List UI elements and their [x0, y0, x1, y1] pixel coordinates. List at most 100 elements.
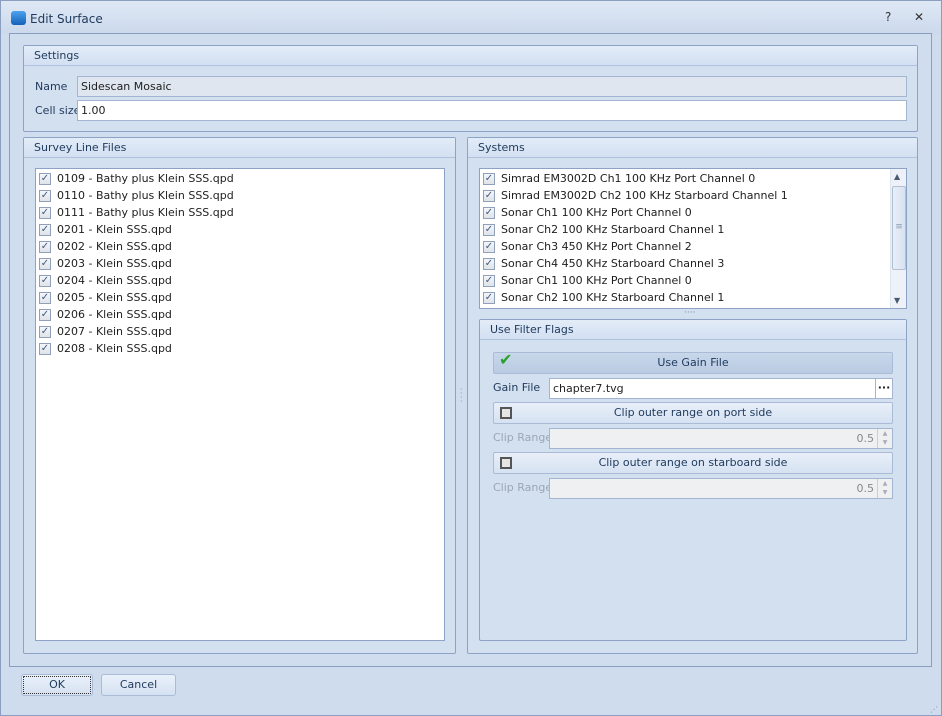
- survey-files-header: Survey Line Files: [24, 138, 455, 158]
- checkbox-checked-icon[interactable]: ✓: [39, 308, 51, 321]
- list-item[interactable]: ✓ Sonar Ch1 100 KHz Port Channel 0: [480, 204, 906, 221]
- clip-range-starboard-value: 0.5: [856, 482, 875, 495]
- item-label: 0111 - Bathy plus Klein SSS.qpd: [57, 206, 234, 219]
- list-item[interactable]: ✓ 0109 - Bathy plus Klein SSS.qpd: [36, 170, 444, 187]
- clip-port-toggle[interactable]: Clip outer range on port side: [493, 402, 893, 424]
- settings-group: Settings Name Sidescan Mosaic Cell size …: [23, 45, 918, 132]
- checkbox-checked-icon[interactable]: ✓: [39, 291, 51, 304]
- list-item[interactable]: ✓ Simrad EM3002D Ch1 100 KHz Port Channel…: [480, 170, 906, 187]
- list-item[interactable]: ✓ 0208 - Klein SSS.qpd: [36, 340, 444, 357]
- window-title: Edit Surface: [30, 12, 103, 26]
- browse-button[interactable]: ···: [875, 378, 893, 399]
- settings-header: Settings: [24, 46, 917, 66]
- help-icon[interactable]: ?: [885, 10, 891, 24]
- app-icon: [11, 11, 26, 25]
- checked-icon: ✔: [499, 350, 513, 369]
- checkbox-checked-icon[interactable]: ✓: [483, 291, 495, 304]
- list-item[interactable]: ✓ 0207 - Klein SSS.qpd: [36, 323, 444, 340]
- scroll-down-icon[interactable]: ▼: [894, 296, 900, 305]
- item-label: 0203 - Klein SSS.qpd: [57, 257, 172, 270]
- list-item[interactable]: ✓ Sonar Ch3 450 KHz Port Channel 2: [480, 238, 906, 255]
- list-item[interactable]: ✓ 0203 - Klein SSS.qpd: [36, 255, 444, 272]
- gain-file-label: Gain File: [493, 381, 541, 394]
- close-icon[interactable]: ✕: [914, 10, 924, 24]
- checkbox-checked-icon[interactable]: ✓: [483, 189, 495, 202]
- list-item[interactable]: ✓ Sonar Ch2 100 KHz Starboard Channel 1: [480, 221, 906, 238]
- item-label: 0208 - Klein SSS.qpd: [57, 342, 172, 355]
- item-label: 0110 - Bathy plus Klein SSS.qpd: [57, 189, 234, 202]
- checkbox-checked-icon[interactable]: ✓: [39, 206, 51, 219]
- checkbox-checked-icon[interactable]: ✓: [39, 172, 51, 185]
- cell-size-field[interactable]: 1.00: [77, 100, 907, 121]
- item-label: Sonar Ch4 450 KHz Starboard Channel 3: [501, 257, 725, 270]
- systems-list[interactable]: ✓ Simrad EM3002D Ch1 100 KHz Port Channel…: [479, 168, 907, 309]
- scroll-thumb[interactable]: ≡: [892, 186, 906, 270]
- survey-files-group: Survey Line Files ✓ 0109 - Bathy plus Kle…: [23, 137, 456, 654]
- survey-files-list[interactable]: ✓ 0109 - Bathy plus Klein SSS.qpd ✓ 0110 - …: [35, 168, 445, 641]
- scroll-up-icon[interactable]: ▲: [894, 172, 900, 181]
- vertical-splitter-handle[interactable]: ····: [684, 308, 695, 318]
- cell-size-label: Cell size: [35, 104, 81, 117]
- item-label: Sonar Ch2 100 KHz Starboard Channel 1: [501, 291, 725, 304]
- checkbox-checked-icon[interactable]: ✓: [39, 257, 51, 270]
- item-label: Simrad EM3002D Ch1 100 KHz Port Channel …: [501, 172, 756, 185]
- checkbox-checked-icon[interactable]: ✓: [483, 257, 495, 270]
- name-label: Name: [35, 80, 68, 93]
- item-label: 0201 - Klein SSS.qpd: [57, 223, 172, 236]
- checkbox-checked-icon[interactable]: ✓: [39, 240, 51, 253]
- checkbox-checked-icon[interactable]: ✓: [39, 325, 51, 338]
- item-label: Sonar Ch2 100 KHz Starboard Channel 1: [501, 223, 725, 236]
- list-item[interactable]: ✓ 0202 - Klein SSS.qpd: [36, 238, 444, 255]
- unchecked-checkbox-icon: [500, 457, 512, 469]
- checkbox-checked-icon[interactable]: ✓: [483, 274, 495, 287]
- title-bar: Edit Surface ? ✕: [1, 1, 941, 34]
- item-label: Simrad EM3002D Ch2 100 KHz Starboard Cha…: [501, 189, 788, 202]
- ok-button[interactable]: OK: [21, 674, 93, 696]
- checkbox-checked-icon[interactable]: ✓: [39, 189, 51, 202]
- checkbox-checked-icon[interactable]: ✓: [483, 172, 495, 185]
- name-field[interactable]: Sidescan Mosaic: [77, 76, 907, 97]
- splitter-handle[interactable]: · · · ·: [460, 386, 463, 406]
- item-label: Sonar Ch1 100 KHz Port Channel 0: [501, 206, 692, 219]
- use-gain-file-toggle[interactable]: ✔ Use Gain File: [493, 350, 893, 374]
- clip-starboard-label: Clip outer range on starboard side: [598, 456, 788, 469]
- filter-flags-header: Use Filter Flags: [480, 320, 906, 340]
- spin-icon[interactable]: ▲ ▼: [877, 429, 892, 448]
- list-item[interactable]: ✓ 0204 - Klein SSS.qpd: [36, 272, 444, 289]
- checkbox-checked-icon[interactable]: ✓: [39, 274, 51, 287]
- list-item[interactable]: ✓ Sonar Ch1 100 KHz Port Channel 0: [480, 272, 906, 289]
- gain-file-field[interactable]: chapter7.tvg: [549, 378, 876, 399]
- list-item[interactable]: ✓ 0205 - Klein SSS.qpd: [36, 289, 444, 306]
- checkbox-checked-icon[interactable]: ✓: [483, 240, 495, 253]
- resize-grip-icon[interactable]: ⋰: [930, 705, 938, 714]
- clip-range-port-value: 0.5: [856, 432, 875, 445]
- list-item[interactable]: ✓ Sonar Ch4 450 KHz Starboard Channel 3: [480, 255, 906, 272]
- spin-icon[interactable]: ▲ ▼: [877, 479, 892, 498]
- checkbox-checked-icon[interactable]: ✓: [39, 223, 51, 236]
- list-item[interactable]: ✓ 0111 - Bathy plus Klein SSS.qpd: [36, 204, 444, 221]
- item-label: 0207 - Klein SSS.qpd: [57, 325, 172, 338]
- list-item[interactable]: ✓ Simrad EM3002D Ch2 100 KHz Starboard Ch…: [480, 187, 906, 204]
- cancel-button[interactable]: Cancel: [101, 674, 176, 696]
- item-label: Sonar Ch3 450 KHz Port Channel 2: [501, 240, 692, 253]
- clip-port-label: Clip outer range on port side: [613, 406, 773, 419]
- list-item[interactable]: ✓ Sonar Ch2 100 KHz Starboard Channel 1: [480, 289, 906, 306]
- list-item[interactable]: ✓ 0206 - Klein SSS.qpd: [36, 306, 444, 323]
- clip-starboard-toggle[interactable]: Clip outer range on starboard side: [493, 452, 893, 474]
- item-label: 0204 - Klein SSS.qpd: [57, 274, 172, 287]
- clip-range-port-field[interactable]: 0.5 ▲ ▼: [549, 428, 893, 449]
- clip-range-port-label: Clip Range: [493, 431, 553, 444]
- systems-scrollbar[interactable]: ▲ ≡ ▼: [890, 169, 906, 308]
- clip-range-starboard-field[interactable]: 0.5 ▲ ▼: [549, 478, 893, 499]
- checkbox-checked-icon[interactable]: ✓: [39, 342, 51, 355]
- checkbox-checked-icon[interactable]: ✓: [483, 223, 495, 236]
- list-item[interactable]: ✓ 0110 - Bathy plus Klein SSS.qpd: [36, 187, 444, 204]
- item-label: 0206 - Klein SSS.qpd: [57, 308, 172, 321]
- item-label: 0109 - Bathy plus Klein SSS.qpd: [57, 172, 234, 185]
- filter-flags-group: Use Filter Flags ✔ Use Gain File Gain Fi…: [479, 319, 907, 641]
- item-label: Sonar Ch1 100 KHz Port Channel 0: [501, 274, 692, 287]
- list-item[interactable]: ✓ 0201 - Klein SSS.qpd: [36, 221, 444, 238]
- item-label: 0202 - Klein SSS.qpd: [57, 240, 172, 253]
- checkbox-checked-icon[interactable]: ✓: [483, 206, 495, 219]
- systems-header: Systems: [468, 138, 917, 158]
